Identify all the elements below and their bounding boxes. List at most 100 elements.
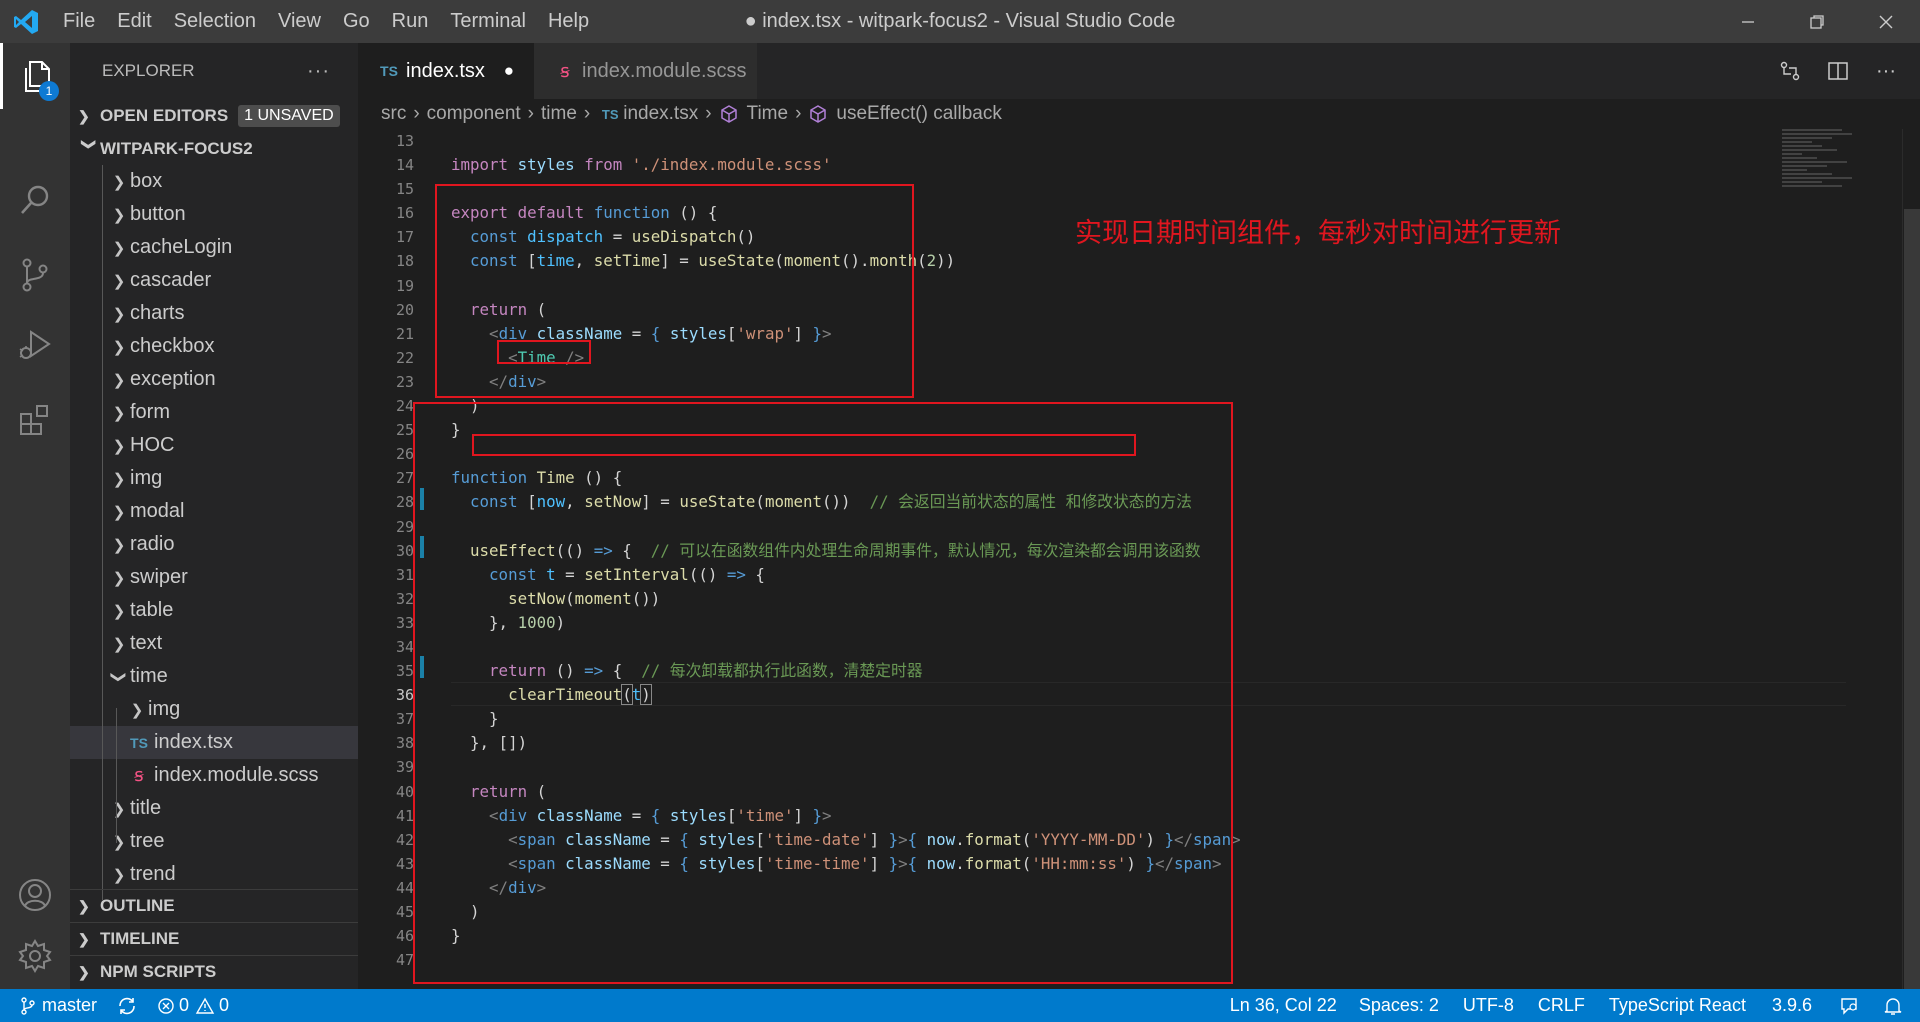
chevron-right-icon: ❯ xyxy=(112,602,126,620)
tab-index-module-scss[interactable]: ꞩ index.module.scss xyxy=(534,43,757,99)
language-mode[interactable]: TypeScript React xyxy=(1597,989,1758,1022)
open-editors-section[interactable]: ❯ OPEN EDITORS 1 UNSAVED xyxy=(70,99,358,133)
annotation-text: 实现日期时间组件，每秒对时间进行更新 xyxy=(1075,218,1561,249)
open-changes-button[interactable] xyxy=(1766,43,1814,99)
line-number: 35 xyxy=(395,662,414,681)
indentation[interactable]: Spaces: 2 xyxy=(1347,989,1451,1022)
menu-selection[interactable]: Selection xyxy=(163,0,267,43)
menu-terminal[interactable]: Terminal xyxy=(439,0,537,43)
warning-icon xyxy=(195,997,215,1014)
code-line: import styles from './index.module.scss' xyxy=(451,155,832,175)
manage-activity-button[interactable] xyxy=(0,923,70,989)
project-label: WITPARK-FOCUS2 xyxy=(100,139,253,158)
folder-time[interactable]: ❯ time xyxy=(70,660,358,693)
line-number: 45 xyxy=(395,903,414,921)
chevron-right-icon: › xyxy=(795,103,802,124)
folder-form[interactable]: ❯ form xyxy=(70,396,358,429)
folder-time-img[interactable]: ❯ img xyxy=(70,693,358,726)
minimize-button[interactable] xyxy=(1713,0,1782,43)
folder-cascader[interactable]: ❯ cascader xyxy=(70,264,358,297)
accounts-activity-button[interactable] xyxy=(0,862,70,928)
folder-hoc[interactable]: ❯ HOC xyxy=(70,429,358,462)
line-number: 17 xyxy=(395,228,414,247)
problems-indicator[interactable]: 0 0 xyxy=(147,989,239,1022)
extensions-activity-button[interactable] xyxy=(0,387,70,453)
scrollbar-thumb[interactable] xyxy=(1904,209,1920,989)
folder-tree[interactable]: ❯ tree xyxy=(70,825,358,858)
menu-run[interactable]: Run xyxy=(381,0,440,43)
file-index-tsx[interactable]: TS index.tsx xyxy=(70,726,358,759)
restore-button[interactable] xyxy=(1782,0,1851,43)
close-button[interactable] xyxy=(1851,0,1920,43)
line-number: 46 xyxy=(395,927,414,946)
search-activity-button[interactable] xyxy=(0,167,70,233)
explorer-activity-button[interactable]: 1 xyxy=(0,43,70,109)
timeline-section[interactable]: ❯ TIMELINE xyxy=(70,922,358,955)
end-of-line[interactable]: CRLF xyxy=(1526,989,1597,1022)
folder-table[interactable]: ❯ table xyxy=(70,594,358,627)
folder-checkbox[interactable]: ❯ checkbox xyxy=(70,330,358,363)
folder-label: cascader xyxy=(130,269,212,291)
editor-scrollbar[interactable] xyxy=(1902,129,1920,989)
file-label: index.tsx xyxy=(154,731,233,753)
sync-button[interactable] xyxy=(107,989,147,1022)
branch-indicator[interactable]: master xyxy=(0,989,107,1022)
breadcrumb-item[interactable]: component xyxy=(427,103,521,125)
explorer-more-button[interactable]: ··· xyxy=(307,60,330,83)
line-number: 40 xyxy=(395,782,414,801)
menu-edit[interactable]: Edit xyxy=(106,0,162,43)
feedback-button[interactable] xyxy=(1826,989,1874,1022)
minimap[interactable] xyxy=(1782,129,1902,249)
outline-section[interactable]: ❯ OUTLINE xyxy=(70,889,358,922)
line-number: 30 xyxy=(395,541,414,560)
menu-file[interactable]: File xyxy=(52,0,106,43)
folder-text[interactable]: ❯ text xyxy=(70,627,358,660)
typescript-version[interactable]: 3.9.6 xyxy=(1758,989,1826,1022)
tab-label: index.tsx xyxy=(406,59,485,82)
menu-help[interactable]: Help xyxy=(537,0,600,43)
project-section[interactable]: ❯ WITPARK-FOCUS2 xyxy=(70,133,358,165)
chevron-right-icon: ❯ xyxy=(112,635,126,653)
notifications-button[interactable] xyxy=(1874,989,1920,1022)
explorer-badge: 1 xyxy=(39,81,59,101)
folder-cachelogin[interactable]: ❯ cacheLogin xyxy=(70,231,358,264)
file-index-module-scss[interactable]: ꞩ index.module.scss xyxy=(70,759,358,792)
breadcrumb-item[interactable]: useEffect() callback xyxy=(836,103,1001,125)
npm-scripts-section[interactable]: ❯ NPM SCRIPTS xyxy=(70,955,358,988)
source-control-activity-button[interactable] xyxy=(0,242,70,308)
breadcrumb-item[interactable]: time xyxy=(541,103,577,125)
encoding[interactable]: UTF-8 xyxy=(1451,989,1526,1022)
split-editor-button[interactable] xyxy=(1814,43,1862,99)
editor-actions: ··· xyxy=(1766,43,1910,99)
account-icon xyxy=(19,879,51,911)
folder-label: time xyxy=(130,665,168,687)
folder-label: modal xyxy=(130,500,185,522)
folder-title[interactable]: ❯ title xyxy=(70,792,358,825)
more-actions-button[interactable]: ··· xyxy=(1862,43,1910,99)
folder-button[interactable]: ❯ button xyxy=(70,198,358,231)
breadcrumb-item[interactable]: src xyxy=(381,103,406,125)
code-editor[interactable]: 13 14 15 16 17 18 19 20 21 22 23 24 25 26 27 28 29 30 31 32… xyxy=(358,129,1920,989)
folder-radio[interactable]: ❯ radio xyxy=(70,528,358,561)
dirty-indicator[interactable]: ● xyxy=(504,61,514,81)
breadcrumb-item[interactable]: Time xyxy=(747,103,789,125)
menu-go[interactable]: Go xyxy=(332,0,381,43)
folder-img[interactable]: ❯ img xyxy=(70,462,358,495)
menu-view[interactable]: View xyxy=(267,0,332,43)
folder-charts[interactable]: ❯ charts xyxy=(70,297,358,330)
folder-exception[interactable]: ❯ exception xyxy=(70,363,358,396)
tree-indent-guide xyxy=(102,165,103,900)
tab-index-tsx[interactable]: TS index.tsx ● xyxy=(358,43,534,99)
symbol-function-icon xyxy=(810,105,827,123)
folder-swiper[interactable]: ❯ swiper xyxy=(70,561,358,594)
cursor-position[interactable]: Ln 36, Col 22 xyxy=(1220,989,1347,1022)
folder-modal[interactable]: ❯ modal xyxy=(70,495,358,528)
line-number: 39 xyxy=(395,758,414,777)
run-debug-icon xyxy=(19,330,51,359)
run-debug-activity-button[interactable] xyxy=(0,312,70,378)
line-number: 13 xyxy=(395,132,414,150)
breadcrumb-item[interactable]: index.tsx xyxy=(623,103,698,125)
chevron-right-icon: ❯ xyxy=(112,173,126,191)
folder-trend[interactable]: ❯ trend xyxy=(70,858,358,891)
folder-box[interactable]: ❯ box xyxy=(70,165,358,198)
